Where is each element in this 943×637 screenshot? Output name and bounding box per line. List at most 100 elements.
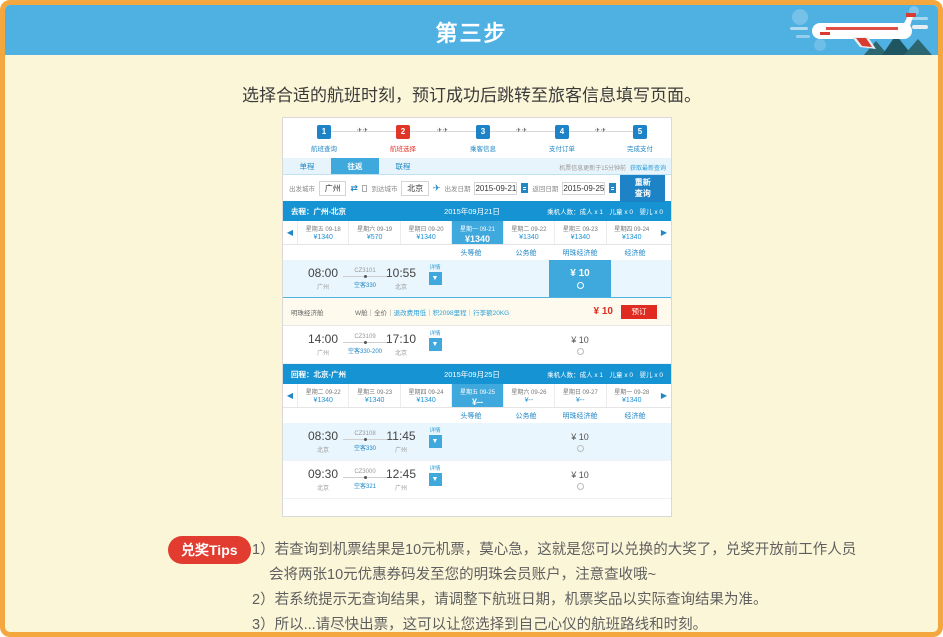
- return-date-input[interactable]: 2015-09-25: [562, 182, 605, 195]
- step-1-label: 航班查询: [302, 143, 346, 153]
- day-cell-active[interactable]: 星期五 09-25 ¥--: [451, 384, 502, 407]
- dep-time: 08:00: [297, 266, 349, 280]
- day-cell[interactable]: 星期日 09-27 ¥--: [554, 384, 605, 407]
- airport-icon: ✈: [433, 183, 441, 194]
- swap-cities-icon[interactable]: ⇄: [350, 183, 358, 194]
- day-cell[interactable]: 星期四 09-24 ¥1340: [400, 384, 451, 407]
- day-cell[interactable]: 星期一 09-28 ¥1340: [606, 384, 657, 407]
- flight-row: 08:30 北京 CZ3108 空客330 11:45 广州 详情 ▼ ¥ 10: [283, 423, 671, 461]
- day-price: ¥--: [452, 397, 502, 407]
- day-price: ¥1340: [401, 234, 451, 241]
- step-3-label: 乘客信息: [461, 143, 505, 153]
- outbound-date: 2015年09月21日: [411, 206, 533, 217]
- flight-row: 14:00 广州 CZ3109 空客330-200 17:10 北京 详情 ▼ …: [283, 326, 671, 364]
- day-cell[interactable]: 星期日 09-20 ¥1340: [400, 221, 451, 244]
- fare-cabin-name: 明珠经济舱: [291, 307, 343, 317]
- depart-city-input[interactable]: 广州: [319, 181, 346, 196]
- prev-days-icon[interactable]: ◀: [283, 384, 297, 407]
- calendar-icon[interactable]: [609, 183, 616, 193]
- step-2-label: 航班选择: [381, 143, 425, 153]
- inbound-cabin-headers: 头等舱 公务舱 明珠经济舱 经济舱: [283, 408, 671, 423]
- next-days-icon[interactable]: ▶: [657, 384, 671, 407]
- fare-price: ¥ 10: [571, 470, 589, 480]
- prev-days-icon[interactable]: ◀: [283, 221, 297, 244]
- day-name: 星期四 09-24: [607, 224, 657, 233]
- day-price: ¥570: [349, 234, 399, 241]
- airplane-illustration: [786, 5, 936, 55]
- refresh-note-text: 机票信息更新于15分钟前: [559, 166, 626, 172]
- fare-info-links[interactable]: 退改费用低｜积2098里程｜行李额20KG: [394, 310, 510, 317]
- arr-city: 广州: [377, 445, 425, 454]
- day-cell[interactable]: 星期六 09-26 ¥--: [503, 384, 554, 407]
- radio-icon: [577, 348, 584, 355]
- detail-dropdown-icon[interactable]: ▼: [429, 473, 442, 486]
- tip-line: 3）所以...请尽快出票，这可以让您选择到自己心仪的航班路线和时刻。: [252, 613, 912, 637]
- next-days-icon[interactable]: ▶: [657, 221, 671, 244]
- day-name: 星期二 09-22: [298, 387, 348, 396]
- depart-date-label: 出发日期: [444, 183, 470, 193]
- detail-col: 详情 ▼: [423, 263, 447, 285]
- fare-price: ¥ 10: [571, 432, 589, 442]
- inbound-header: 回程：北京-广州 2015年09月25日 乘机人数：成人 x 1 儿童 x 0 …: [283, 364, 671, 384]
- outbound-cabin-headers: 头等舱 公务舱 明珠经济舱 经济舱: [283, 245, 671, 260]
- detail-dropdown-icon[interactable]: ▼: [429, 338, 442, 351]
- day-cell[interactable]: 星期四 09-24 ¥1340: [606, 221, 657, 244]
- fare-option[interactable]: ¥ 10: [549, 423, 611, 460]
- day-name: 星期五 09-25: [452, 387, 502, 396]
- day-price: ¥1340: [607, 234, 657, 241]
- fare-option[interactable]: ¥ 10: [549, 326, 611, 363]
- day-name: 星期日 09-27: [555, 387, 605, 396]
- day-cell[interactable]: 星期六 09-19 ¥570: [348, 221, 399, 244]
- outbound-header: 去程：广州-北京 2015年09月21日 乘机人数：成人 x 1 儿童 x 0 …: [283, 201, 671, 221]
- cabin-premium-economy: 明珠经济舱: [552, 248, 608, 258]
- arr-time: 10:55: [377, 266, 425, 280]
- day-cell[interactable]: 星期二 09-22 ¥1340: [297, 384, 348, 407]
- radio-icon: [577, 445, 584, 452]
- plane-connector-icon: ✈✈: [431, 127, 455, 134]
- calendar-icon[interactable]: [521, 183, 528, 193]
- plane-connector-icon: ✈✈: [510, 127, 534, 134]
- day-name: 星期四 09-24: [401, 387, 451, 396]
- outbound-day-strip: ◀ 星期五 09-18 ¥1340 星期六 09-19 ¥570 星期日 09-…: [283, 221, 671, 245]
- depart-date-input[interactable]: 2015-09-21: [474, 182, 517, 195]
- radio-icon: [577, 483, 584, 490]
- departure-col: 08:00 广州: [297, 266, 349, 291]
- day-price: ¥1340: [607, 397, 657, 404]
- outbound-passengers: 乘机人数：成人 x 1 儿童 x 0 婴儿 x 0: [533, 206, 663, 216]
- dep-time: 08:30: [297, 429, 349, 443]
- booking-stepper: ✈✈ ✈✈ ✈✈ ✈✈ 1 2 3 4 5 航班查询 航班选择 乘客信息 支付订…: [283, 118, 671, 158]
- arrival-col: 12:45 广州: [377, 467, 425, 492]
- refresh-link[interactable]: 获取最新查询: [630, 166, 666, 172]
- fare-option[interactable]: ¥ 10: [549, 461, 611, 498]
- tutorial-page: 第三步 选择合适的航班时刻，预订成功后跳转至旅客信息填写页面。: [0, 0, 943, 637]
- detail-label: 详情: [423, 329, 447, 337]
- day-price: ¥--: [504, 397, 554, 404]
- page-header: 第三步: [5, 5, 938, 55]
- detail-dropdown-icon[interactable]: ▼: [429, 435, 442, 448]
- fare-option-selected[interactable]: ¥ 10: [549, 260, 611, 297]
- day-cell-active[interactable]: 星期一 09-21 ¥1340: [451, 221, 502, 244]
- fare-detail-row: 明珠经济舱 W舱｜全价｜退改费用低｜积2098里程｜行李额20KG ¥ 10 预…: [283, 298, 671, 326]
- arr-time: 12:45: [377, 467, 425, 481]
- detail-col: 详情 ▼: [423, 329, 447, 351]
- tab-multicity[interactable]: 联程: [379, 158, 427, 174]
- day-cell[interactable]: 星期三 09-23 ¥1340: [348, 384, 399, 407]
- cabin-business: 公务舱: [504, 411, 548, 421]
- detail-dropdown-icon[interactable]: ▼: [429, 272, 442, 285]
- book-button[interactable]: 预订: [621, 305, 657, 319]
- inbound-date: 2015年09月25日: [411, 369, 533, 380]
- nearby-airport-checkbox[interactable]: [362, 185, 368, 192]
- day-cell[interactable]: 星期三 09-23 ¥1340: [554, 221, 605, 244]
- day-cell[interactable]: 星期二 09-22 ¥1340: [503, 221, 554, 244]
- detail-label: 详情: [423, 263, 447, 271]
- inbound-passengers: 乘机人数：成人 x 1 儿童 x 0 婴儿 x 0: [533, 369, 663, 379]
- day-price: ¥1340: [298, 234, 348, 241]
- arrive-city-input[interactable]: 北京: [401, 181, 428, 196]
- dep-time: 14:00: [297, 332, 349, 346]
- day-cell[interactable]: 星期五 09-18 ¥1340: [297, 221, 348, 244]
- tab-roundtrip[interactable]: 往返: [331, 158, 379, 174]
- cabin-premium-economy: 明珠经济舱: [552, 411, 608, 421]
- requery-button[interactable]: 重新查询: [620, 174, 665, 202]
- intro-text: 选择合适的航班时刻，预订成功后跳转至旅客信息填写页面。: [5, 81, 938, 106]
- tab-oneway[interactable]: 单程: [283, 158, 331, 174]
